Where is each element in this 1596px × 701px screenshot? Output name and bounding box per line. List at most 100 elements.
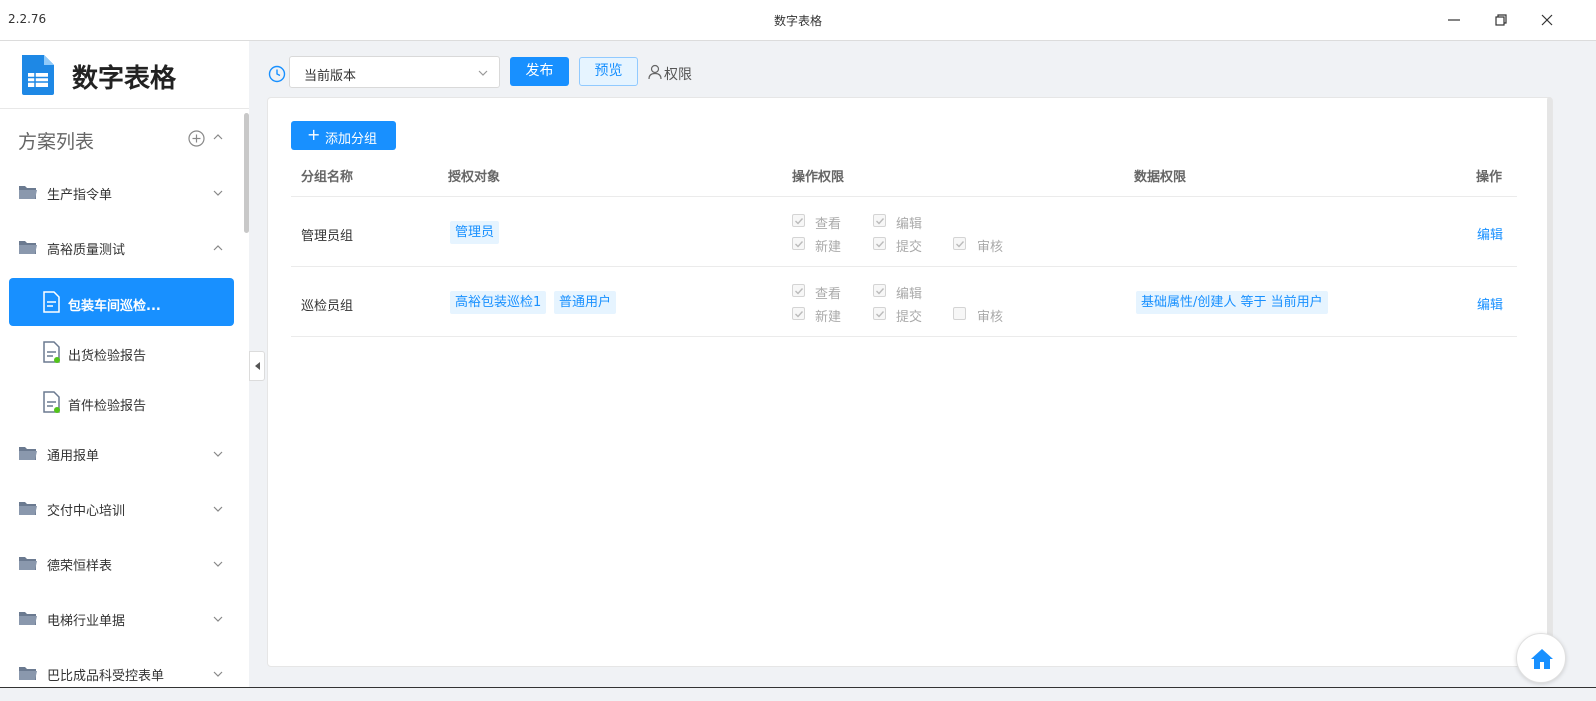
permission-checkbox[interactable] [792,237,805,250]
permission-checkbox[interactable] [873,284,886,297]
target-tag: 高裕包装巡检1 [450,291,547,314]
folder-label: 生产指令单 [47,188,113,203]
folder-item[interactable]: 交付中心培训 [0,489,245,529]
folder-icon [19,241,37,254]
column-header: 数据权限 [1134,170,1187,185]
user-icon [648,64,662,80]
folder-icon [19,557,37,570]
main-scrollbar[interactable] [1547,97,1552,667]
permission-label: 新建 [815,240,842,255]
folder-item[interactable]: 电梯行业单据 [0,599,245,639]
document-label: 出货检验报告 [68,349,147,364]
folder-item[interactable]: 生产指令单 [0,173,245,213]
permission-checkbox[interactable] [953,307,966,320]
permission-label: 审核 [977,240,1004,255]
chevron-up-icon[interactable] [212,242,224,254]
brand-header: 数字表格 [0,41,249,109]
add-group-button[interactable]: + 添加分组 [291,121,396,150]
version-select[interactable]: 当前版本 [289,56,500,88]
document-item[interactable]: 出货检验报告 [9,328,234,376]
permission-checkbox[interactable] [792,284,805,297]
document-label: 首件检验报告 [68,399,147,414]
document-icon [43,341,60,363]
folder-label: 通用报单 [47,449,100,464]
folder-label: 德荣恒样表 [47,559,113,574]
brand-name: 数字表格 [72,64,177,94]
document-item[interactable]: 首件检验报告 [9,378,234,426]
version-select-value: 当前版本 [304,69,357,84]
folder-label: 电梯行业单据 [47,614,126,629]
permission-label: 编辑 [896,217,923,232]
permission-checkbox[interactable] [792,214,805,227]
home-icon [1531,649,1553,669]
title-bar: 2.2.76 数字表格 [0,0,1596,41]
target-tag: 管理员 [450,221,500,244]
sidebar: 数字表格 方案列表 生产指令单 高裕质量测试 包装车间巡检... 出货检验报告 … [0,41,249,701]
home-button[interactable] [1516,633,1566,683]
permission-checkbox[interactable] [953,237,966,250]
chevron-up-icon[interactable] [212,131,224,143]
folder-label: 巴比成品科受控表单 [47,669,165,684]
minimize-icon[interactable] [1444,10,1464,30]
folder-item[interactable]: 通用报单 [0,434,245,474]
scheme-list-label: 方案列表 [18,131,95,153]
permission-label: 审核 [977,310,1004,325]
folder-item[interactable]: 高裕质量测试 [0,228,245,268]
publish-button[interactable]: 发布 [510,57,569,86]
permission-label: 提交 [896,310,923,325]
app-version: 2.2.76 [8,12,47,26]
sidebar-collapse-toggle[interactable] [249,351,265,381]
add-circle-icon[interactable] [188,130,205,147]
document-icon [43,291,60,313]
permission-checkbox[interactable] [792,307,805,320]
document-label: 包装车间巡检... [68,299,161,314]
permission-checkbox[interactable] [873,237,886,250]
folder-icon [19,186,37,199]
data-permission-tag: 基础属性/创建人 等于 当前用户 [1136,291,1328,314]
restore-icon[interactable] [1491,10,1511,30]
folder-icon [19,612,37,625]
permission-label: 新建 [815,310,842,325]
chevron-down-icon[interactable] [212,448,224,460]
target-tag: 普通用户 [554,291,617,314]
divider [291,196,1517,197]
add-group-label: 添加分组 [325,132,378,147]
window-title: 数字表格 [773,14,822,28]
plus-icon: + [307,125,321,144]
chevron-down-icon[interactable] [212,558,224,570]
permission-checkbox[interactable] [873,214,886,227]
edit-link[interactable]: 编辑 [1477,294,1503,313]
column-header: 分组名称 [301,170,354,185]
clock-icon [268,65,286,83]
chevron-down-icon[interactable] [212,668,224,680]
close-icon[interactable] [1537,10,1557,30]
column-header: 授权对象 [448,170,501,185]
app-logo-icon [18,53,58,97]
group-name: 管理员组 [301,229,354,244]
divider [291,266,1517,267]
scheme-list-header: 方案列表 [0,121,245,157]
permission-label: 权限 [664,67,692,83]
preview-button[interactable]: 预览 [579,57,638,86]
permission-label: 提交 [896,240,923,255]
chevron-down-icon[interactable] [212,613,224,625]
permission-label: 查看 [815,287,842,302]
column-header: 操作权限 [792,170,845,185]
permission-label: 编辑 [896,287,923,302]
chevron-down-icon[interactable] [212,503,224,515]
edit-link[interactable]: 编辑 [1477,224,1503,243]
document-item-active[interactable]: 包装车间巡检... [9,278,234,326]
folder-item[interactable]: 德荣恒样表 [0,544,245,584]
chevron-down-icon [478,70,488,76]
document-icon [43,391,60,413]
folder-icon [19,447,37,460]
sidebar-scrollbar[interactable] [244,113,249,233]
folder-icon [19,502,37,515]
folder-label: 高裕质量测试 [47,243,126,258]
taskbar-edge [0,687,1596,701]
divider [291,336,1517,337]
group-name: 巡检员组 [301,299,354,314]
permission-label: 查看 [815,217,842,232]
chevron-down-icon[interactable] [212,187,224,199]
permission-checkbox[interactable] [873,307,886,320]
